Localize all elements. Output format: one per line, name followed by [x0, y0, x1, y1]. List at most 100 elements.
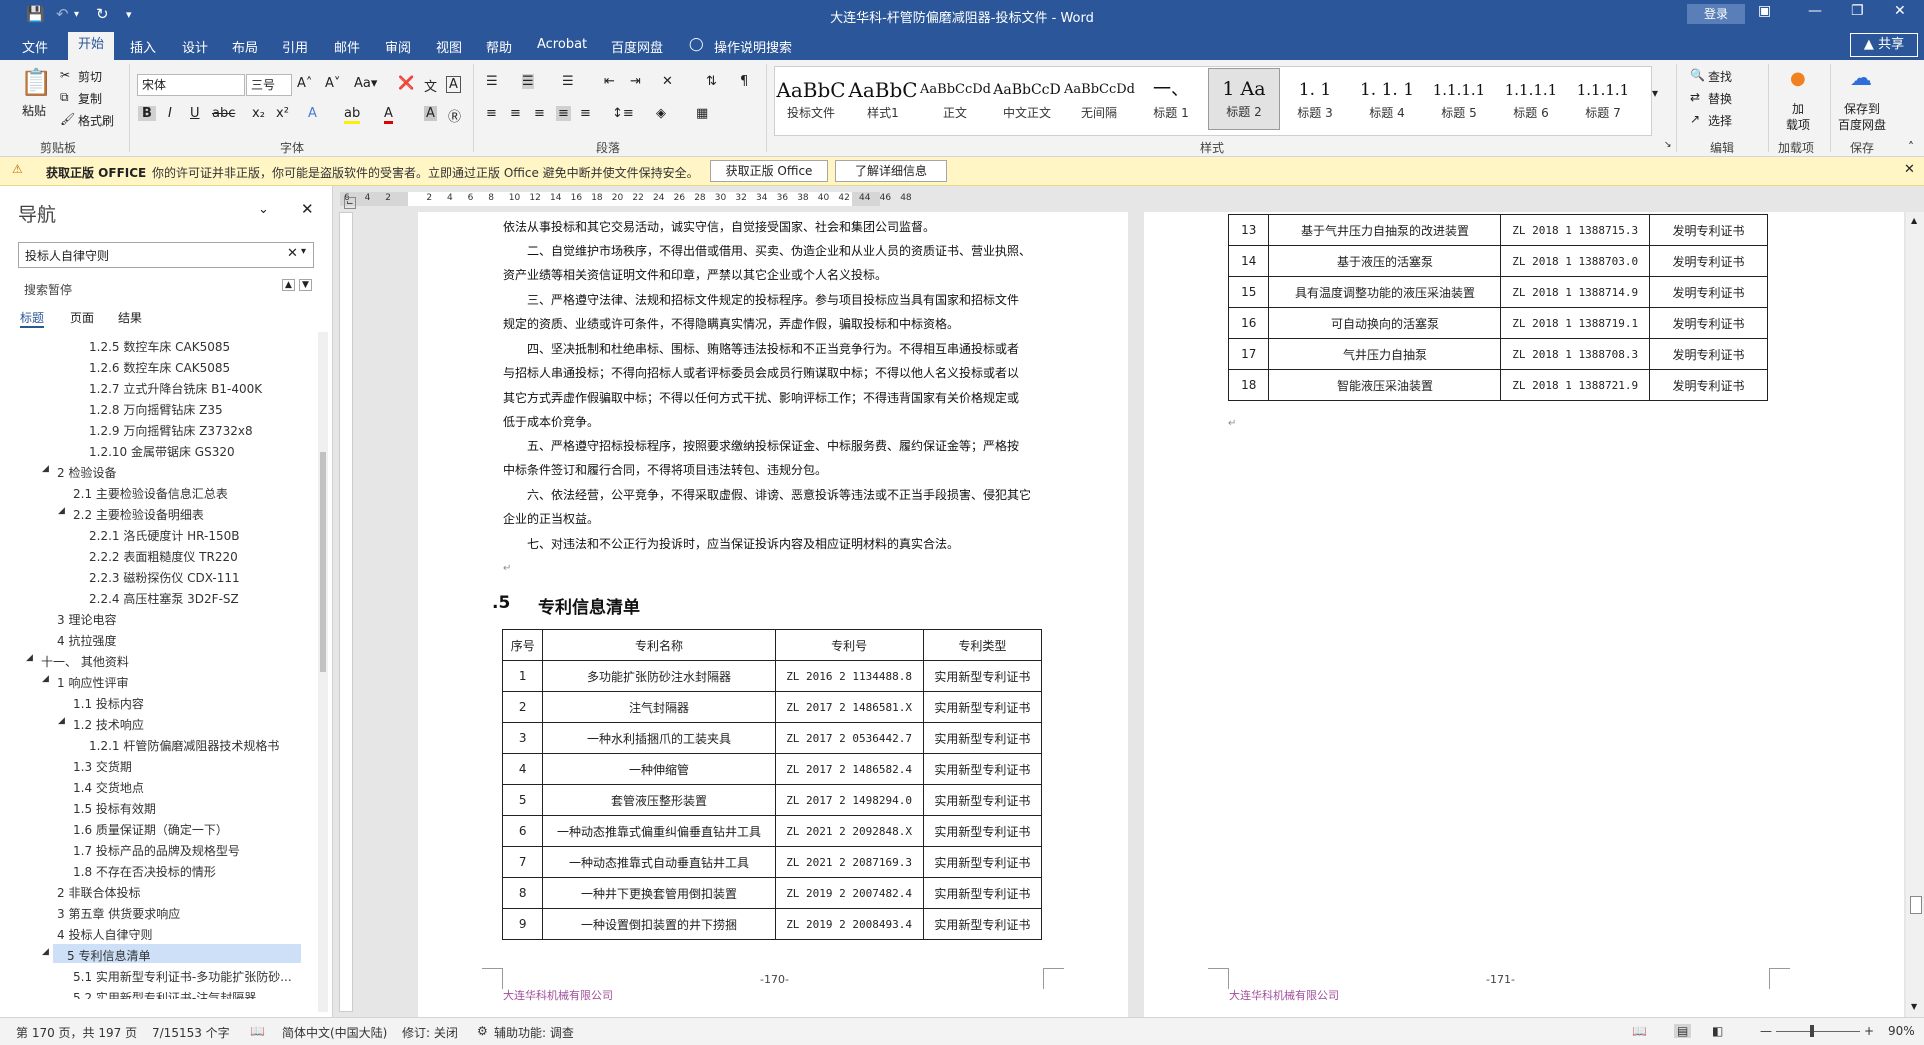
table-cell[interactable]: 3	[501, 722, 544, 754]
nav-scrollbar[interactable]	[318, 332, 328, 1012]
table-cell[interactable]: 实用新型专利证书	[922, 908, 1043, 940]
nav-heading[interactable]: 1.4 交货地点	[73, 779, 144, 796]
select-icon[interactable]: ↗	[1690, 112, 1700, 126]
body-paragraph[interactable]: 其它方式弄虚作假骗取中标；不得以任何方式干扰、影响评标工作；不得违背国家有关价格…	[503, 389, 1019, 406]
body-paragraph[interactable]: 六、依法经营，公平竞争，不得采取虚假、诽谤、恶意投诉等违法或不正当手段损害、侵犯…	[527, 486, 1031, 503]
body-paragraph[interactable]: 三、严格遵守法律、法规和招标文件规定的投标程序。参与项目投标应当具有国家和招标文…	[527, 291, 1019, 308]
strikethrough-icon[interactable]: abc	[212, 106, 235, 121]
nav-heading[interactable]: 1.3 交货期	[73, 758, 132, 775]
nav-heading[interactable]: 1.6 质量保证期（确定一下）	[73, 821, 228, 838]
style-normal[interactable]: AaBbCcDd 正文	[920, 76, 991, 126]
table-cell[interactable]: ZL 2017 2 1486582.4	[774, 753, 924, 785]
cut-icon[interactable]: ✂	[60, 68, 70, 82]
patent-table[interactable]: 序号 专利名称 专利号 专利类型 1 多功能扩张防砂注水封隔器 ZL 2016 2 …	[501, 629, 1043, 940]
table-cell[interactable]: 9	[501, 908, 544, 940]
nav-heading[interactable]: 2.2 主要检验设备明细表	[73, 506, 204, 523]
previous-result-icon[interactable]: ▲	[282, 279, 295, 291]
table-cell[interactable]: ZL 2017 2 1498294.0	[774, 784, 924, 816]
accessibility-status[interactable]: 辅助功能: 调查	[494, 1024, 574, 1041]
table-cell[interactable]: 一种井下更换套管用倒扣装置	[542, 877, 776, 909]
nav-options-icon[interactable]: ⌄	[258, 202, 269, 217]
tab-headings[interactable]: 标题	[20, 309, 45, 328]
table-cell[interactable]: 17	[1227, 338, 1270, 370]
nav-heading[interactable]: 十一、 其他资料	[41, 653, 129, 670]
decrease-indent-icon[interactable]: ⇤	[604, 74, 615, 89]
nav-heading[interactable]: 1.2.1 杆管防偏磨减阻器技术规格书	[89, 737, 279, 754]
tab-view[interactable]: 视图	[436, 37, 462, 56]
tell-me-search[interactable]: 操作说明搜索	[714, 37, 792, 56]
underline-icon[interactable]: U	[190, 106, 200, 121]
replace-button[interactable]: 替换	[1708, 90, 1732, 107]
table-cell[interactable]: 智能液压采油装置	[1268, 369, 1502, 401]
tab-acrobat[interactable]: Acrobat	[537, 37, 587, 52]
align-right-icon[interactable]: ≡	[534, 106, 545, 121]
body-paragraph[interactable]: 依法从事投标和其它交易活动，诚实守信，自觉接受国家、社会和集团公司监督。	[503, 218, 935, 235]
table-cell[interactable]: 实用新型专利证书	[922, 660, 1043, 692]
table-cell[interactable]: 一种设置倒扣装置的井下捞捆	[542, 908, 776, 940]
copy-button[interactable]: 复制	[78, 90, 102, 107]
table-cell[interactable]: 14	[1227, 245, 1270, 277]
nav-heading[interactable]: 4 抗拉强度	[57, 632, 116, 649]
restore-icon[interactable]: ❐	[1851, 3, 1864, 19]
addins-label-2[interactable]: 载项	[1786, 116, 1810, 133]
font-color-icon[interactable]: A	[384, 106, 393, 124]
style-toubiao[interactable]: AaBbC 投标文件	[776, 76, 846, 126]
table-cell[interactable]: 4	[501, 753, 544, 785]
nav-heading[interactable]: 1 响应性评审	[57, 674, 128, 691]
tab-pages[interactable]: 页面	[70, 309, 94, 326]
nav-heading[interactable]: 1.8 不存在否决投标的情形	[73, 863, 216, 880]
style-heading-7[interactable]: 1.1.1.1 标题 7	[1568, 76, 1638, 126]
replace-icon[interactable]: ⇄	[1690, 90, 1700, 104]
table-cell[interactable]: 发明专利证书	[1648, 214, 1769, 246]
select-button[interactable]: 选择	[1708, 112, 1732, 129]
table-cell[interactable]: 实用新型专利证书	[922, 846, 1043, 878]
search-dropdown-icon[interactable]: ▾	[301, 246, 306, 257]
style-heading-6[interactable]: 1.1.1.1 标题 6	[1496, 76, 1566, 126]
table-header-cell[interactable]: 序号	[501, 629, 544, 661]
table-cell[interactable]: ZL 2018 1 1388714.9	[1500, 276, 1650, 308]
save-to-baidu-label-2[interactable]: 百度网盘	[1838, 116, 1886, 133]
expand-collapse-icon[interactable]: ◢	[58, 716, 65, 726]
page-footer[interactable]: 大连华科机械有限公司	[1229, 987, 1339, 1003]
nav-heading[interactable]: 3 理论电容	[57, 611, 116, 628]
table-cell[interactable]: ZL 2019 2 2007482.4	[774, 877, 924, 909]
table-cell[interactable]: ZL 2019 2 2008493.4	[774, 908, 924, 940]
nav-heading[interactable]: 2.2.2 表面粗糙度仪 TR220	[89, 548, 238, 565]
tab-selector-icon[interactable]: ⌙	[344, 197, 356, 209]
phonetic-guide-icon[interactable]: 文	[424, 76, 437, 95]
table-cell[interactable]: 2	[501, 691, 544, 723]
nav-heading[interactable]: 2.2.4 高压柱塞泵 3D2F-SZ	[89, 590, 239, 607]
nav-heading-selected[interactable]: 5 专利信息清单	[67, 947, 150, 964]
login-button[interactable]: 登录	[1687, 4, 1745, 24]
align-left-icon[interactable]: ≡	[486, 106, 497, 121]
tab-baidu[interactable]: 百度网盘	[611, 37, 663, 56]
zoom-in-icon[interactable]: +	[1864, 1024, 1874, 1038]
save-to-baidu-label-1[interactable]: 保存到	[1844, 100, 1880, 117]
table-header-cell[interactable]: 专利号	[774, 629, 924, 661]
table-cell[interactable]: 发明专利证书	[1648, 369, 1769, 401]
learn-more-button[interactable]: 了解详细信息	[835, 160, 947, 182]
nav-heading[interactable]: 4 投标人自律守则	[57, 926, 152, 943]
minimize-icon[interactable]: —	[1808, 3, 1822, 19]
table-cell[interactable]: 实用新型专利证书	[922, 877, 1043, 909]
collapse-ribbon-icon[interactable]: ˄	[1908, 140, 1914, 154]
subscript-icon[interactable]: x₂	[252, 106, 265, 121]
get-genuine-button[interactable]: 获取正版 Office	[710, 160, 828, 182]
table-cell[interactable]: 1	[501, 660, 544, 692]
body-paragraph[interactable]: 七、对违法和不公正行为投诉时，应当保证投诉内容及相应证明材料的真实合法。	[527, 535, 959, 552]
proofing-icon[interactable]: 📖	[250, 1024, 265, 1038]
justify-icon[interactable]: ≡	[556, 106, 571, 121]
table-cell[interactable]: 具有温度调整功能的液压采油装置	[1268, 276, 1502, 308]
body-paragraph[interactable]: 二、自觉维护市场秩序，不得出借或借用、买卖、伪造企业和从业人员的资质证书、营业执…	[527, 242, 1031, 259]
tab-insert[interactable]: 插入	[130, 37, 156, 56]
paste-icon[interactable]: 📋	[20, 68, 52, 98]
copy-icon[interactable]: ⧉	[60, 90, 69, 105]
table-cell[interactable]: 实用新型专利证书	[922, 691, 1043, 723]
enclose-char-icon[interactable]: Ⓡ	[448, 106, 461, 125]
nav-heading[interactable]: 2 非联合体投标	[57, 884, 140, 901]
table-cell[interactable]: ZL 2018 1 1388703.0	[1500, 245, 1650, 277]
bullets-icon[interactable]: ☰	[486, 74, 498, 89]
nav-heading[interactable]: 1.7 投标产品的品牌及规格型号	[73, 842, 240, 859]
table-cell[interactable]: 基于液压的活塞泵	[1268, 245, 1502, 277]
bold-icon[interactable]: B	[138, 106, 156, 121]
